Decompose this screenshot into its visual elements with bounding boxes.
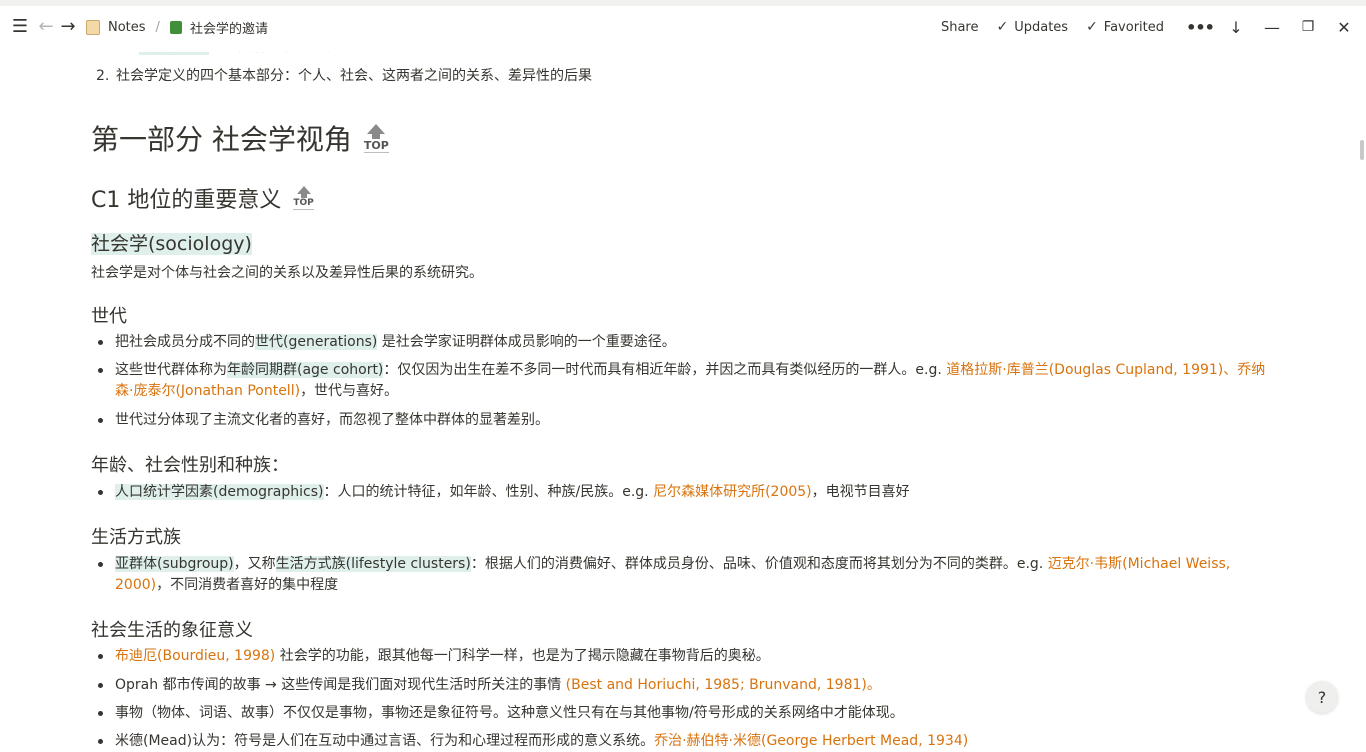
heading-part-one: 第一部分 社会学视角 TOP	[91, 118, 389, 158]
download-arrow-icon[interactable]: ↓	[1218, 18, 1254, 37]
check-icon: ✓	[996, 19, 1009, 35]
heading-demographics: 年龄、社会性别和种族：	[91, 455, 289, 476]
citation-link[interactable]: (Best and Horiuchi, 1985; Brunvand, 1981…	[566, 677, 881, 693]
list-item: 米德(Mead)认为：符号是人们在互动中通过言语、行为和心理过程而形成的意义系统…	[98, 731, 1275, 752]
check-icon: ✓	[1086, 19, 1098, 35]
list-item: 这些世代群体称为年龄同期群(age cohort)：仅仅因为出生在差不多同一时代…	[98, 360, 1275, 402]
numbered-item: 2. 社会学定义的四个基本部分：个人、社会、这两者之间的关系、差异性的后果	[96, 65, 592, 85]
minimize-icon[interactable]: —	[1254, 18, 1290, 37]
item-number: 2.	[96, 68, 110, 84]
definition-text: 社会学是对个体与社会之间的关系以及差异性后果的系统研究。	[91, 265, 483, 281]
list-item: 事物（物体、词语、故事）不仅仅是事物，事物还是象征符号。这种意义性只有在与其他事…	[98, 703, 1275, 724]
citation-link[interactable]: 道格拉斯·库普兰(Douglas Cupland, 1991)	[946, 362, 1223, 378]
list-item: 把社会成员分成不同的世代(generations) 是社会学家证明群体成员影响的…	[98, 332, 1275, 353]
updates-label: Updates	[1014, 19, 1069, 35]
forward-arrow-icon[interactable]: →	[56, 14, 80, 38]
list-item: Oprah 都市传闻的故事 → 这些传闻是我们面对现代生活时所关注的事情 (Be…	[98, 675, 1275, 696]
back-to-top-icon[interactable]: TOP	[293, 186, 314, 210]
list-item: 人口统计学因素(demographics)：人口的统计特征，如年龄、性别、种族/…	[98, 482, 1275, 503]
heading-c1: C1 地位的重要意义 TOP	[91, 182, 314, 214]
page-content: 公共社会学：提供信息帮助决策 2.社会学定义的四个基本部分：个人、社会、这两者之…	[91, 0, 1271, 749]
close-icon[interactable]: ✕	[1326, 18, 1362, 37]
menu-icon[interactable]: ☰	[8, 14, 32, 38]
list-item: 世代过分体现了主流文化者的喜好，而忽视了整体中群体的显著差别。	[98, 410, 1275, 431]
more-options-icon[interactable]: •••	[1182, 18, 1218, 37]
heading-sociology: 社会学(sociology)	[91, 229, 252, 256]
help-button[interactable]: ?	[1306, 681, 1338, 713]
breadcrumb-page[interactable]: 社会学的邀请	[190, 18, 268, 37]
heading-lifestyle: 生活方式族	[91, 527, 181, 548]
share-button[interactable]: Share	[941, 20, 979, 35]
title-strip	[0, 0, 1366, 6]
list-item: 亚群体(subgroup)，又称生活方式族(lifestyle clusters…	[98, 554, 1275, 596]
breadcrumb: Notes / 社会学的邀请	[86, 16, 268, 38]
heading-text: 第一部分 社会学视角	[91, 123, 352, 156]
breadcrumb-separator: /	[155, 19, 160, 35]
scrollbar-thumb[interactable]	[1360, 140, 1364, 160]
favorited-label: Favorited	[1103, 19, 1164, 35]
citation-link[interactable]: 布迪厄(Bourdieu, 1998)	[115, 648, 275, 664]
item-text: 社会学定义的四个基本部分：个人、社会、这两者之间的关系、差异性的后果	[116, 68, 592, 84]
top-bar: ☰ ← → Notes / 社会学的邀请 Share ✓ Updates ✓ Fav…	[0, 0, 1366, 52]
breadcrumb-notes[interactable]: Notes	[108, 20, 146, 35]
back-arrow-icon[interactable]: ←	[34, 14, 58, 38]
citation-link[interactable]: 尼尔森媒体研究所(2005)	[653, 484, 812, 500]
heading-text: C1 地位的重要意义	[91, 188, 282, 213]
updates-button[interactable]: ✓ Updates	[996, 19, 1068, 35]
notes-page-icon	[86, 19, 100, 35]
share-label: Share	[940, 19, 979, 35]
favorited-button[interactable]: ✓ Favorited	[1086, 19, 1164, 35]
heading-generation: 世代	[91, 306, 127, 327]
list-item: 布迪厄(Bourdieu, 1998) 社会学的功能，跟其他每一门科学一样，也是…	[98, 646, 1275, 667]
heading-text: 社会学(sociology)	[91, 233, 252, 255]
restore-window-icon[interactable]: ❐	[1290, 19, 1326, 35]
heading-symbolic: 社会生活的象征意义	[91, 620, 253, 641]
book-icon	[169, 20, 182, 34]
top-actions: Share ✓ Updates ✓ Favorited ••• ↓ — ❐ ✕	[941, 14, 1366, 40]
citation-link[interactable]: 乔治·赫伯特·米德(George Herbert Mead, 1934)	[654, 733, 968, 749]
back-to-top-icon[interactable]: TOP	[363, 123, 389, 153]
